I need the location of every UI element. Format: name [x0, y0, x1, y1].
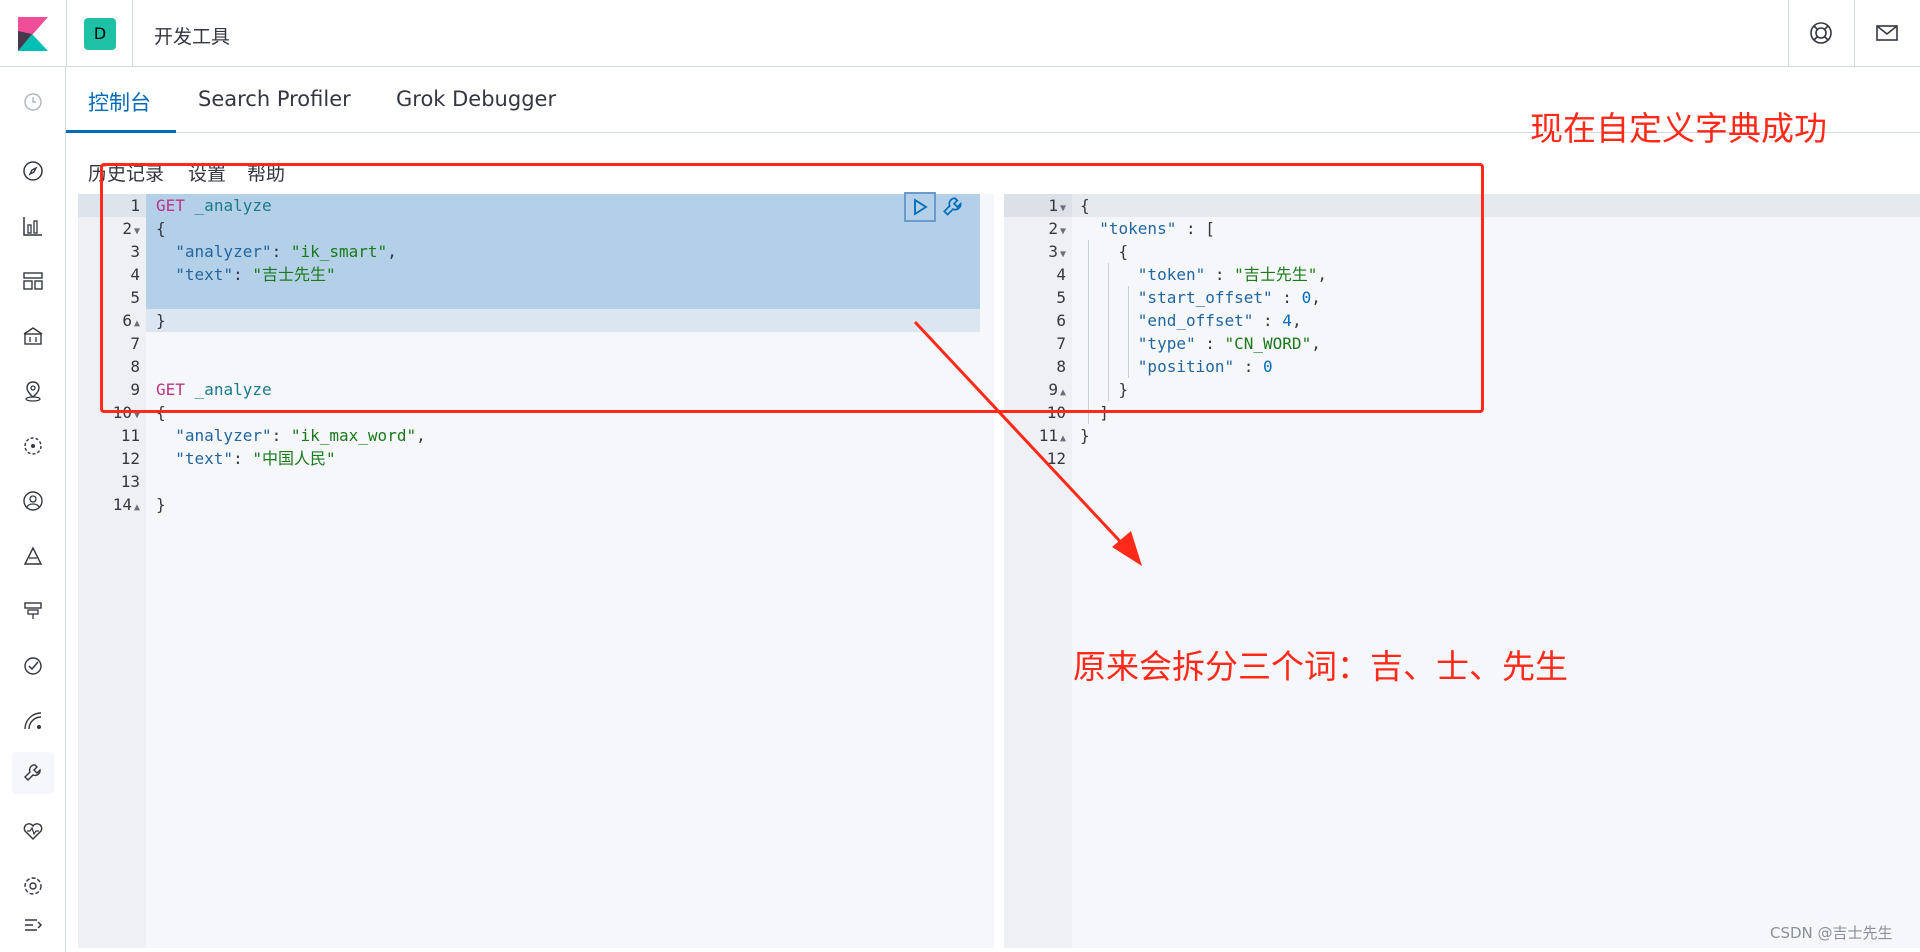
side-nav: [0, 67, 66, 952]
line-number: 12: [120, 449, 140, 468]
tab-console[interactable]: 控制台: [88, 87, 151, 117]
code-line: "text": "中国人民": [175, 449, 336, 468]
space-avatar[interactable]: D: [84, 18, 116, 50]
top-bar: D 开发工具: [0, 0, 1920, 67]
watermark: CSDN @吉士先生: [1770, 924, 1893, 942]
annotation-body: 原来会拆分三个词：吉、士、先生: [1073, 647, 1568, 686]
apm-icon[interactable]: [20, 543, 46, 569]
ml-icon[interactable]: [20, 433, 46, 459]
canvas-icon[interactable]: [20, 323, 46, 349]
dashboard-icon[interactable]: [20, 268, 46, 294]
signal-icon[interactable]: [20, 708, 46, 734]
infrastructure-icon[interactable]: [20, 598, 46, 624]
uptime-icon[interactable]: [20, 653, 46, 679]
line-number: 12: [1046, 449, 1066, 468]
line-number: 11: [120, 426, 140, 445]
kibana-logo-icon[interactable]: [18, 17, 48, 51]
line-number: 13: [120, 472, 140, 491]
settings-gear-icon[interactable]: [20, 873, 46, 899]
annotation-title: 现在自定义字典成功: [1530, 109, 1827, 148]
breadcrumb: 开发工具: [154, 26, 231, 48]
discover-compass-icon[interactable]: [20, 158, 46, 184]
lifebuoy-icon[interactable]: [1808, 20, 1834, 46]
maps-pin-icon[interactable]: [20, 378, 46, 404]
dev-tools-wrench-icon[interactable]: [12, 752, 54, 794]
monitoring-heart-icon[interactable]: [20, 818, 46, 844]
line-number: 14 ▲: [112, 495, 140, 514]
code-line: }: [156, 495, 166, 514]
active-tab-indicator: [66, 130, 176, 133]
tab-grok-debugger[interactable]: Grok Debugger: [396, 87, 556, 111]
code-line: "analyzer": "ik_max_word",: [175, 426, 426, 445]
tab-search-profiler[interactable]: Search Profiler: [198, 87, 351, 111]
mail-icon[interactable]: [1874, 20, 1900, 46]
code-line: }: [1080, 426, 1090, 445]
collapse-nav-icon[interactable]: [20, 912, 46, 938]
recent-clock-icon[interactable]: [20, 89, 46, 115]
annotation-box: [100, 163, 1484, 413]
siem-user-icon[interactable]: [20, 488, 46, 514]
visualize-chart-icon[interactable]: [20, 213, 46, 239]
